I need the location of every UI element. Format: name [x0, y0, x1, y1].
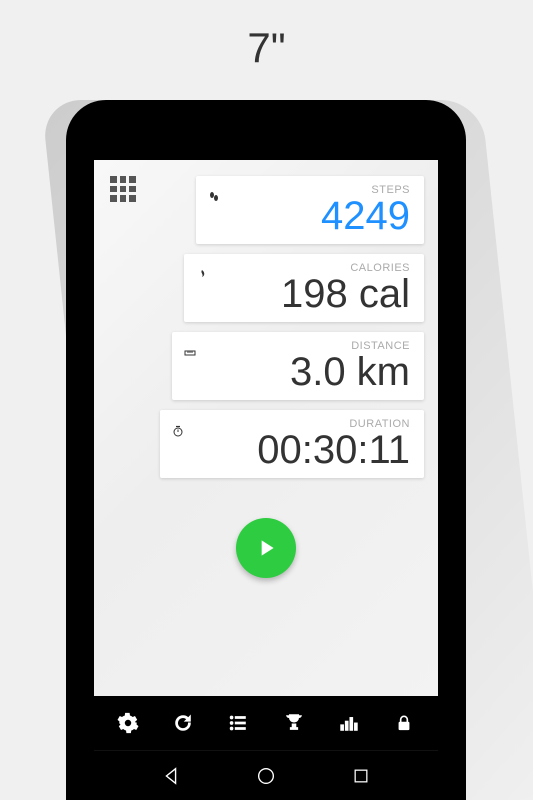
card-distance-value: 3.0 km — [186, 350, 410, 394]
bar-chart-icon — [338, 712, 360, 734]
lock-button[interactable] — [390, 709, 418, 737]
chart-button[interactable] — [335, 709, 363, 737]
nav-recent-button[interactable] — [348, 763, 374, 789]
menu-grid-button[interactable] — [110, 176, 136, 202]
list-icon — [227, 712, 249, 734]
device-frame: STEPS 4249 CALORIES 198 cal DISTANCE 3.0… — [66, 100, 466, 800]
trophy-button[interactable] — [280, 709, 308, 737]
card-duration-value: 00:30:11 — [174, 428, 410, 472]
refresh-icon — [172, 712, 194, 734]
nav-home-button[interactable] — [253, 763, 279, 789]
nav-back-button[interactable] — [158, 763, 184, 789]
card-duration[interactable]: DURATION 00:30:11 — [160, 410, 424, 478]
card-calories[interactable]: CALORIES 198 cal — [184, 254, 424, 322]
refresh-button[interactable] — [169, 709, 197, 737]
recent-square-icon — [351, 766, 371, 786]
play-button[interactable] — [236, 518, 296, 578]
footsteps-icon — [208, 190, 220, 202]
card-calories-value: 198 cal — [198, 272, 410, 316]
back-triangle-icon — [160, 765, 182, 787]
lock-icon — [394, 713, 414, 733]
trophy-icon — [283, 712, 305, 734]
card-distance[interactable]: DISTANCE 3.0 km — [172, 332, 424, 400]
page-title: 7" — [0, 0, 533, 90]
device-screen: STEPS 4249 CALORIES 198 cal DISTANCE 3.0… — [94, 160, 438, 800]
stopwatch-icon — [172, 424, 184, 436]
gear-icon — [117, 712, 139, 734]
ruler-icon — [184, 346, 196, 358]
stats-cards: STEPS 4249 CALORIES 198 cal DISTANCE 3.0… — [160, 176, 424, 478]
home-circle-icon — [255, 765, 277, 787]
play-icon — [253, 535, 279, 561]
bottom-toolbar — [94, 696, 438, 750]
flame-icon — [196, 268, 208, 280]
play-button-container — [108, 518, 424, 578]
android-navbar — [94, 750, 438, 800]
list-button[interactable] — [224, 709, 252, 737]
app-area: STEPS 4249 CALORIES 198 cal DISTANCE 3.0… — [94, 160, 438, 696]
card-steps[interactable]: STEPS 4249 — [196, 176, 424, 244]
settings-button[interactable] — [114, 709, 142, 737]
card-steps-value: 4249 — [210, 194, 410, 238]
